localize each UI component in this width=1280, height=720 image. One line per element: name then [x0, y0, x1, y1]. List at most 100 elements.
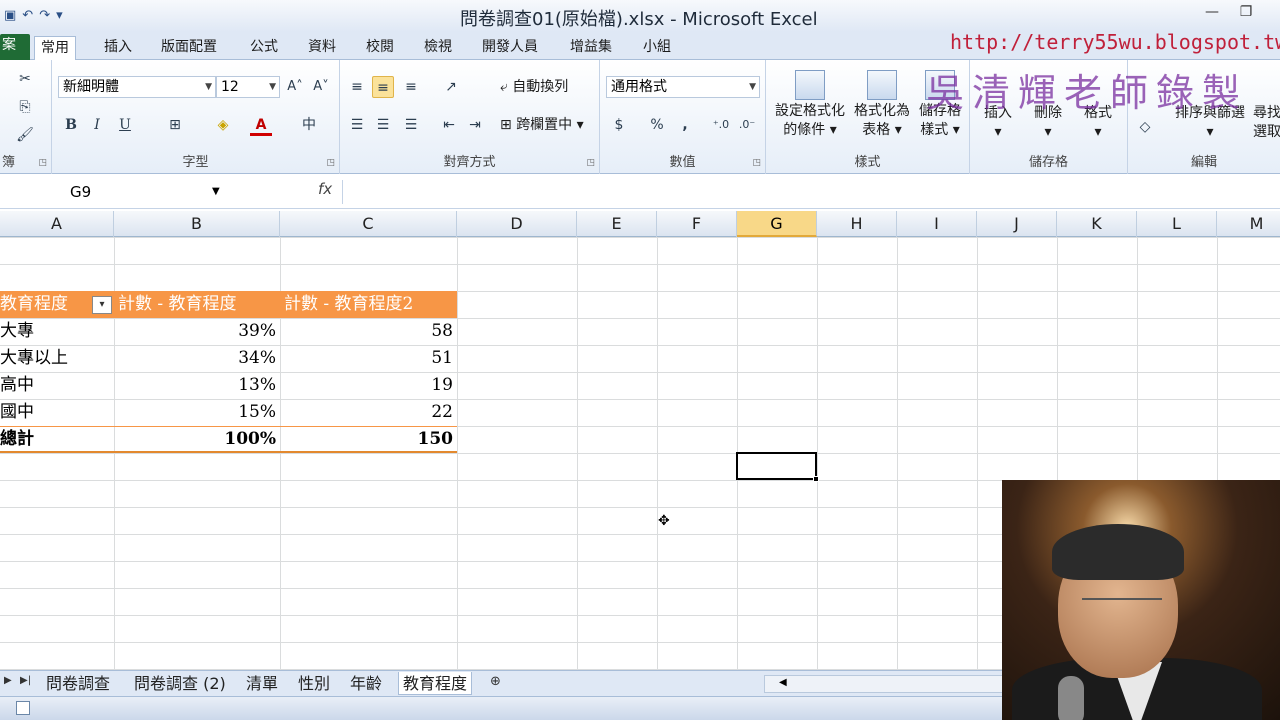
increase-decimal-icon[interactable]: ⁺.0 [710, 114, 732, 136]
pivot-header-cell[interactable]: 計數 - 教育程度2 [284, 291, 457, 318]
pivot-header-cell[interactable]: 計數 - 教育程度 [118, 291, 280, 318]
tab-page-layout[interactable]: 版面配置 [155, 36, 223, 60]
dialog-launcher-icon[interactable]: ◳ [326, 158, 335, 168]
sheet-tab-active[interactable]: 教育程度 [398, 672, 473, 695]
pivot-row-count[interactable]: 51 [280, 345, 457, 372]
tab-review[interactable]: 校閱 [360, 36, 400, 60]
bold-button[interactable]: B [60, 114, 82, 136]
save-icon[interactable]: ▣ [4, 8, 16, 23]
fill-color-icon[interactable]: ◈ [212, 114, 234, 136]
wrap-text-button[interactable]: ⤶ 自動換列 [500, 77, 568, 97]
column-header-m[interactable]: M [1217, 211, 1280, 237]
tab-file[interactable]: 案 [0, 34, 30, 60]
insert-function-button[interactable]: fx [318, 180, 332, 198]
align-bottom-icon[interactable]: ≡ [400, 76, 422, 98]
tab-view[interactable]: 檢視 [418, 36, 458, 60]
merge-center-button[interactable]: ⊞ 跨欄置中 ▾ [500, 115, 584, 135]
column-header-k[interactable]: K [1057, 211, 1137, 237]
column-header-e[interactable]: E [577, 211, 657, 237]
sheet-tab[interactable]: 年齡 [346, 672, 386, 695]
comma-button[interactable]: , [674, 114, 696, 136]
format-painter-icon[interactable]: 🖌 [14, 124, 36, 146]
pivot-total-label[interactable]: 總計 [0, 426, 114, 453]
increase-indent-icon[interactable]: ⇥ [464, 114, 486, 136]
number-format-combo[interactable]: 通用格式 ▼ [606, 76, 760, 98]
column-header-i[interactable]: I [897, 211, 977, 237]
horizontal-scrollbar[interactable]: ◀ [764, 675, 1004, 693]
phonetic-guide-icon[interactable]: 中 [298, 114, 320, 136]
shrink-font-button[interactable]: A˅ [310, 76, 332, 98]
restore-button[interactable]: ❐ [1234, 4, 1258, 24]
scroll-tabs-last-icon[interactable]: ▶| [20, 675, 31, 686]
tab-developer[interactable]: 開發人員 [476, 36, 544, 60]
pivot-row-label[interactable]: 大專 [0, 318, 114, 345]
sheet-tab[interactable]: 清單 [242, 672, 282, 695]
column-header-h[interactable]: H [817, 211, 897, 237]
font-name-combo[interactable]: 新細明體 ▼ [58, 76, 216, 98]
orientation-icon[interactable]: ↗ [440, 76, 462, 98]
column-header-c[interactable]: C [280, 211, 457, 237]
column-header-f[interactable]: F [657, 211, 737, 237]
insert-sheet-icon[interactable]: ⊕ [490, 674, 501, 689]
tab-data[interactable]: 資料 [302, 36, 342, 60]
column-header-d[interactable]: D [457, 211, 577, 237]
formula-input[interactable] [342, 180, 1280, 204]
tab-add-ins[interactable]: 增益集 [564, 36, 618, 60]
italic-button[interactable]: I [86, 114, 108, 136]
find-select-button[interactable]: 尋找 選取 [1252, 104, 1280, 142]
pivot-row-label[interactable]: 國中 [0, 399, 114, 426]
pivot-row-count[interactable]: 58 [280, 318, 457, 345]
percent-button[interactable]: % [646, 114, 668, 136]
font-size-combo[interactable]: 12 ▼ [216, 76, 280, 98]
column-header-l[interactable]: L [1137, 211, 1217, 237]
align-left-icon[interactable]: ☰ [346, 114, 368, 136]
pivot-row-percent[interactable]: 13% [114, 372, 280, 399]
tab-formulas[interactable]: 公式 [244, 36, 284, 60]
tab-team[interactable]: 小組 [637, 36, 677, 60]
redo-icon[interactable]: ↷ [39, 8, 50, 23]
active-cell-g9[interactable] [736, 452, 819, 482]
pivot-row-count[interactable]: 19 [280, 372, 457, 399]
copy-icon[interactable]: ⎘ [14, 96, 36, 118]
sheet-tab[interactable]: 問卷調查 (2) [130, 672, 230, 695]
dialog-launcher-icon[interactable]: ◳ [752, 158, 761, 168]
pivot-total-percent[interactable]: 100% [114, 426, 280, 453]
scroll-left-icon[interactable]: ◀ [779, 677, 787, 688]
scroll-tabs-right-icon[interactable]: ▶ [4, 675, 12, 686]
column-header-j[interactable]: J [977, 211, 1057, 237]
sheet-tab[interactable]: 性別 [294, 672, 334, 695]
align-middle-icon[interactable]: ≡ [372, 76, 394, 98]
format-as-table-button[interactable]: 格式化為 表格 ▾ [850, 70, 914, 140]
sheet-tab[interactable]: 問卷調查 [42, 672, 114, 695]
currency-button[interactable]: $ [608, 114, 630, 136]
pivot-row-percent[interactable]: 39% [114, 318, 280, 345]
border-icon[interactable]: ⊞ [164, 114, 186, 136]
column-header-g[interactable]: G [737, 211, 817, 237]
column-header-a[interactable]: A [0, 211, 114, 237]
underline-button[interactable]: U [114, 114, 136, 136]
customize-qat-icon[interactable]: ▾ [56, 8, 63, 23]
cut-icon[interactable]: ✂ [14, 68, 36, 90]
pivot-row-label[interactable]: 大專以上 [0, 345, 114, 372]
dialog-launcher-icon[interactable]: ◳ [38, 158, 47, 168]
font-color-icon[interactable]: A [250, 114, 272, 136]
conditional-formatting-button[interactable]: 設定格式化 的條件 ▾ [770, 70, 850, 140]
grow-font-button[interactable]: A˄ [284, 76, 306, 98]
fill-handle[interactable] [813, 476, 819, 482]
pivot-row-percent[interactable]: 15% [114, 399, 280, 426]
align-top-icon[interactable]: ≡ [346, 76, 368, 98]
decrease-decimal-icon[interactable]: .0⁻ [736, 114, 758, 136]
align-right-icon[interactable]: ☰ [400, 114, 422, 136]
clear-icon[interactable]: ◇ [1134, 116, 1156, 138]
tab-home[interactable]: 常用 [34, 36, 76, 61]
minimize-button[interactable]: — [1200, 4, 1224, 24]
name-box[interactable]: G9 ▼ [0, 181, 228, 203]
decrease-indent-icon[interactable]: ⇤ [438, 114, 460, 136]
align-center-icon[interactable]: ☰ [372, 114, 394, 136]
pivot-row-label[interactable]: 高中 [0, 372, 114, 399]
pivot-total-count[interactable]: 150 [280, 426, 457, 453]
pivot-row-percent[interactable]: 34% [114, 345, 280, 372]
column-header-b[interactable]: B [114, 211, 280, 237]
pivot-row-count[interactable]: 22 [280, 399, 457, 426]
tab-insert[interactable]: 插入 [98, 36, 138, 60]
